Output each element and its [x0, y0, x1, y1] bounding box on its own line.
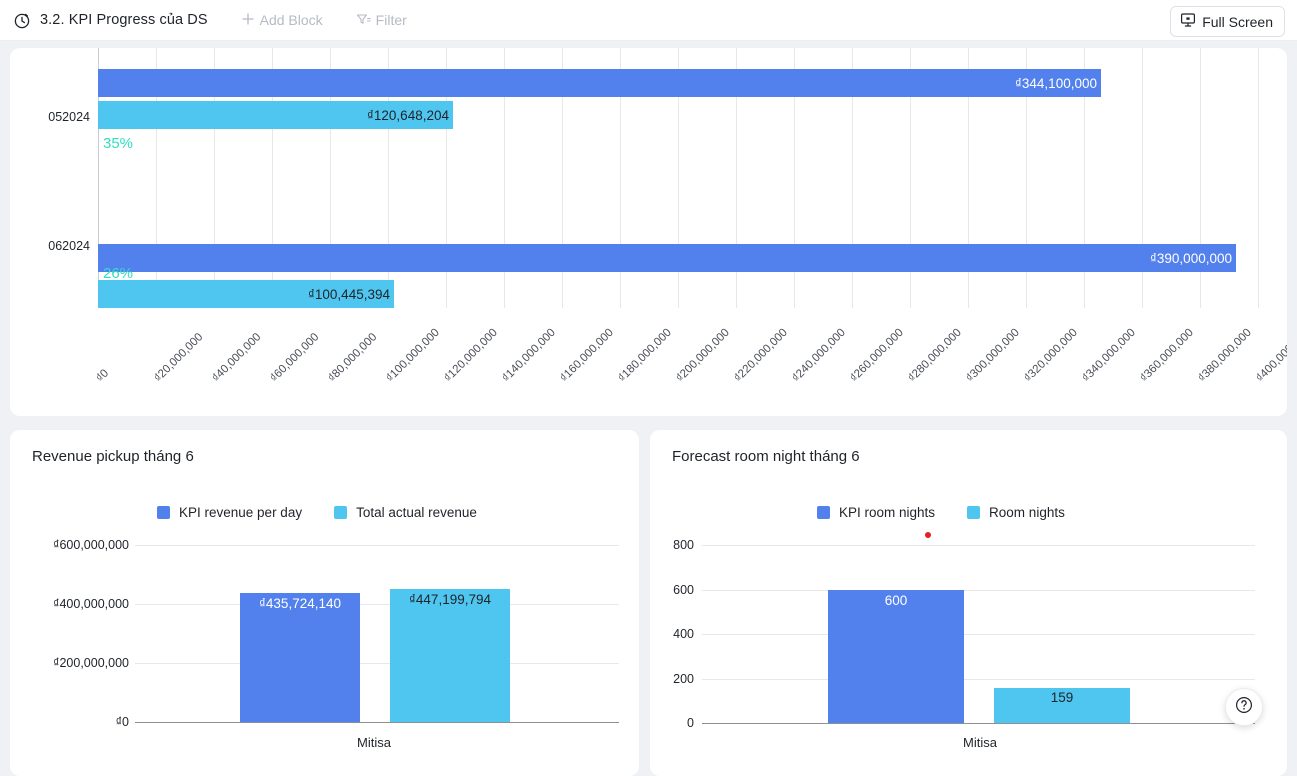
bar-kpi-052024[interactable]: ₫344,100,000: [98, 69, 1101, 97]
legend-swatch-blue: [817, 506, 830, 519]
bar-value-label: ₫390,000,000: [1149, 250, 1232, 266]
xtick-label: ₫20,000,000: [152, 331, 206, 385]
xtick-label: ₫60,000,000: [268, 331, 322, 385]
xcat-label: Mitisa: [963, 735, 997, 750]
forecast-room-night-title: Forecast room night tháng 6: [672, 448, 860, 465]
gridline-y: [135, 663, 619, 664]
kpi-progress-chart-card: 052024 ₫344,100,000 ₫120,648,204 35% 062…: [10, 48, 1287, 416]
gridline-y: [702, 679, 1255, 680]
gridline-y: [135, 604, 619, 605]
toolbar-right-group: Full Screen: [1170, 6, 1285, 37]
xcat-label: Mitisa: [357, 735, 391, 750]
ytick-label: ₫200,000,000: [53, 656, 129, 670]
plus-icon: [241, 12, 255, 29]
xtick-label: ₫240,000,000: [790, 326, 848, 385]
filter-icon: [356, 12, 371, 29]
ytick-label: 800: [673, 538, 694, 552]
red-marker-dot: [925, 532, 931, 538]
gridline-y: [702, 590, 1255, 591]
xtick-label: ₫180,000,000: [616, 326, 674, 385]
top-toolbar: 3.2. KPI Progress của DS Add Block Filte…: [0, 0, 1297, 41]
xtick-label: ₫120,000,000: [442, 326, 500, 385]
bar-total-actual-revenue[interactable]: [390, 589, 510, 722]
xtick-label: ₫220,000,000: [732, 326, 790, 385]
xtick-label: ₫340,000,000: [1080, 326, 1138, 385]
legend-swatch-cyan: [967, 506, 981, 519]
ytick-label: ₫600,000,000: [53, 538, 129, 552]
xtick-label: ₫80,000,000: [326, 331, 380, 385]
full-screen-button[interactable]: Full Screen: [1170, 6, 1285, 37]
legend-item-kpi-revenue[interactable]: KPI revenue per day: [157, 505, 302, 520]
filter-label: Filter: [375, 12, 407, 28]
legend-label: KPI revenue per day: [179, 505, 303, 520]
legend-swatch-blue: [157, 506, 170, 519]
bar-actual-062024[interactable]: ₫100,445,394: [98, 280, 394, 308]
gridline-y: [135, 545, 619, 546]
xtick-label: ₫100,000,000: [384, 326, 442, 385]
bar-kpi-062024[interactable]: ₫390,000,000: [98, 244, 1236, 272]
ytick-label: 200: [673, 672, 694, 686]
xtick-label: ₫0: [94, 367, 112, 385]
bar-actual-052024[interactable]: ₫120,648,204: [98, 101, 453, 129]
axis-baseline: [702, 723, 1255, 724]
presentation-screen-icon: [1180, 12, 1196, 31]
legend-label: Room nights: [989, 505, 1065, 520]
progress-percent-062024: 26%: [103, 265, 134, 282]
bar-value-label: ₫435,724,140: [258, 596, 342, 611]
gridline-x: [1258, 48, 1259, 308]
legend-swatch-cyan: [334, 506, 348, 519]
xtick-label: ₫40,000,000: [210, 331, 264, 385]
page-title: 3.2. KPI Progress của DS: [40, 12, 208, 28]
add-block-label: Add Block: [259, 12, 323, 28]
revenue-pickup-legend: KPI revenue per day Total actual revenue: [157, 505, 477, 520]
bar-value-label: 600: [884, 593, 908, 608]
add-block-button[interactable]: Add Block: [241, 12, 323, 29]
clock-icon: [12, 10, 32, 30]
ytick-label: ₫400,000,000: [53, 597, 129, 611]
bar-kpi-revenue-per-day[interactable]: [240, 593, 360, 722]
help-button[interactable]: [1225, 688, 1263, 726]
bar-value-label: 159: [1050, 690, 1074, 705]
bar-value-label: ₫120,648,204: [366, 107, 449, 123]
legend-item-total-actual-revenue[interactable]: Total actual revenue: [334, 505, 477, 520]
ytick-label: 400: [673, 627, 694, 641]
xtick-label: ₫140,000,000: [500, 326, 558, 385]
forecast-room-night-legend: KPI room nights Room nights: [817, 505, 1065, 520]
forecast-room-night-card: Forecast room night tháng 6 KPI room nig…: [650, 430, 1287, 776]
toolbar-left-group: 3.2. KPI Progress của DS Add Block Filte…: [12, 10, 407, 30]
question-circle-icon: [1234, 695, 1254, 720]
revenue-pickup-card: Revenue pickup tháng 6 KPI revenue per d…: [10, 430, 639, 776]
xtick-label: ₫360,000,000: [1138, 326, 1196, 385]
legend-label: KPI room nights: [839, 505, 936, 520]
xtick-label: ₫320,000,000: [1022, 326, 1080, 385]
ytick-label: ₫0: [115, 715, 129, 729]
xtick-label: ₫380,000,000: [1196, 326, 1254, 385]
xtick-label: ₫260,000,000: [848, 326, 906, 385]
kpi-progress-plot: 052024 ₫344,100,000 ₫120,648,204 35% 062…: [10, 48, 1287, 416]
axis-baseline: [135, 722, 619, 723]
xtick-label: ₫280,000,000: [906, 326, 964, 385]
category-label: 062024: [48, 239, 90, 253]
xtick-label: ₫160,000,000: [558, 326, 616, 385]
xtick-label: ₫300,000,000: [964, 326, 1022, 385]
xtick-label: ₫200,000,000: [674, 326, 732, 385]
legend-label: Total actual revenue: [356, 505, 477, 520]
progress-percent-052024: 35%: [103, 135, 134, 152]
bar-value-label: ₫100,445,394: [307, 286, 390, 302]
gridline-y: [702, 634, 1255, 635]
filter-button[interactable]: Filter: [356, 12, 407, 29]
xtick-label: ₫400,000,000: [1254, 326, 1287, 385]
ytick-label: 600: [673, 583, 694, 597]
bar-kpi-room-nights[interactable]: [828, 590, 964, 723]
bar-value-label: ₫447,199,794: [408, 592, 492, 607]
full-screen-label: Full Screen: [1202, 13, 1273, 30]
revenue-pickup-title: Revenue pickup tháng 6: [32, 448, 194, 465]
category-label: 052024: [48, 110, 90, 124]
legend-item-kpi-room-nights[interactable]: KPI room nights: [817, 505, 935, 520]
legend-item-room-nights[interactable]: Room nights: [967, 505, 1065, 520]
ytick-label: 0: [687, 716, 694, 730]
bar-value-label: ₫344,100,000: [1014, 75, 1097, 91]
gridline-y: [702, 545, 1255, 546]
